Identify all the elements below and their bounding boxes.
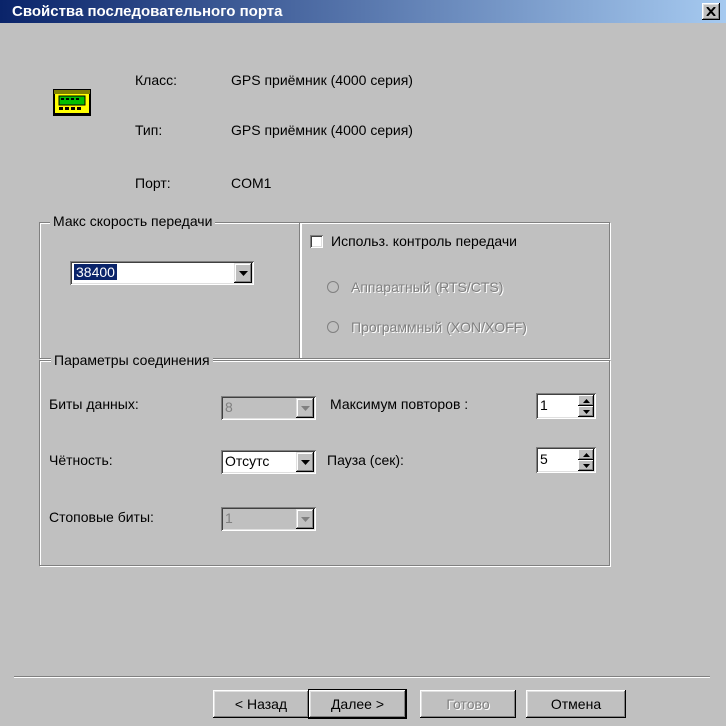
pause-value: 5 bbox=[540, 451, 548, 467]
software-radio-label: Программный (XON/XOFF) bbox=[351, 319, 527, 335]
speed-select[interactable]: 38400 bbox=[70, 261, 254, 285]
finish-button-label: Готово bbox=[446, 696, 490, 712]
pause-up-button[interactable] bbox=[578, 449, 594, 460]
port-value: COM1 bbox=[231, 175, 272, 191]
stop-bits-value: 1 bbox=[225, 510, 233, 526]
max-retries-label: Максимум повторов : bbox=[330, 396, 469, 412]
gps-device-icon bbox=[52, 85, 92, 117]
back-button[interactable]: < Назад bbox=[213, 690, 309, 718]
max-retries-spinner[interactable]: 1 bbox=[536, 393, 596, 419]
parity-select[interactable]: Отсутс bbox=[221, 450, 316, 474]
data-bits-value: 8 bbox=[225, 399, 233, 415]
data-bits-label: Биты данных: bbox=[49, 396, 139, 412]
software-radio-row: Программный (XON/XOFF) bbox=[327, 319, 527, 335]
speed-group bbox=[39, 222, 301, 359]
pause-down-button[interactable] bbox=[578, 460, 594, 471]
speed-selected-value: 38400 bbox=[73, 263, 118, 281]
connection-group bbox=[39, 360, 610, 566]
hardware-radio-label: Аппаратный (RTS/CTS) bbox=[351, 279, 504, 295]
chevron-down-icon bbox=[238, 270, 248, 276]
cancel-button[interactable]: Отмена bbox=[526, 690, 626, 718]
speed-group-legend: Макс скорость передачи bbox=[50, 213, 216, 229]
pause-spinner[interactable]: 5 bbox=[536, 447, 596, 473]
arrow-up-icon bbox=[582, 398, 590, 403]
back-button-label: < Назад bbox=[234, 696, 288, 712]
max-retries-value: 1 bbox=[540, 397, 548, 413]
max-retries-up-button[interactable] bbox=[578, 395, 594, 406]
chevron-down-icon bbox=[300, 459, 310, 465]
close-button[interactable] bbox=[702, 3, 720, 20]
type-value: GPS приёмник (4000 серия) bbox=[231, 122, 413, 138]
hardware-radio bbox=[327, 281, 339, 293]
type-label: Тип: bbox=[135, 122, 163, 138]
arrow-down-icon bbox=[582, 463, 590, 468]
data-bits-select: 8 bbox=[221, 396, 316, 420]
stop-bits-dropdown-button bbox=[296, 509, 314, 529]
parity-label: Чётность: bbox=[49, 452, 113, 468]
finish-button: Готово bbox=[420, 690, 516, 718]
button-separator bbox=[14, 676, 710, 678]
stop-bits-label: Стоповые биты: bbox=[49, 509, 154, 525]
window-title: Свойства последовательного порта bbox=[12, 3, 283, 20]
close-icon bbox=[706, 7, 716, 16]
stop-bits-select: 1 bbox=[221, 507, 316, 531]
title-bar: Свойства последовательного порта bbox=[0, 0, 726, 23]
flow-control-checkbox[interactable] bbox=[310, 234, 323, 248]
pause-label: Пауза (сек): bbox=[327, 452, 404, 468]
parity-value: Отсутс bbox=[225, 453, 270, 469]
arrow-down-icon bbox=[582, 409, 590, 414]
data-bits-dropdown-button bbox=[296, 398, 314, 418]
port-label: Порт: bbox=[135, 175, 171, 191]
class-value: GPS приёмник (4000 серия) bbox=[231, 72, 413, 88]
cancel-button-label: Отмена bbox=[550, 696, 602, 712]
connection-group-legend: Параметры соединения bbox=[51, 352, 213, 368]
next-button[interactable]: Далее > bbox=[308, 689, 407, 719]
next-button-label: Далее > bbox=[330, 696, 385, 712]
arrow-up-icon bbox=[582, 452, 590, 457]
software-radio bbox=[327, 321, 339, 333]
hardware-radio-row: Аппаратный (RTS/CTS) bbox=[327, 279, 503, 295]
chevron-down-icon bbox=[300, 405, 310, 411]
chevron-down-icon bbox=[300, 516, 310, 522]
max-retries-down-button[interactable] bbox=[578, 406, 594, 417]
class-label: Класс: bbox=[135, 72, 177, 88]
speed-dropdown-button[interactable] bbox=[234, 263, 252, 283]
flow-control-checkbox-row[interactable]: Использ. контроль передачи bbox=[310, 233, 522, 249]
parity-dropdown-button[interactable] bbox=[296, 452, 314, 472]
flow-control-label: Использ. контроль передачи bbox=[331, 233, 518, 249]
